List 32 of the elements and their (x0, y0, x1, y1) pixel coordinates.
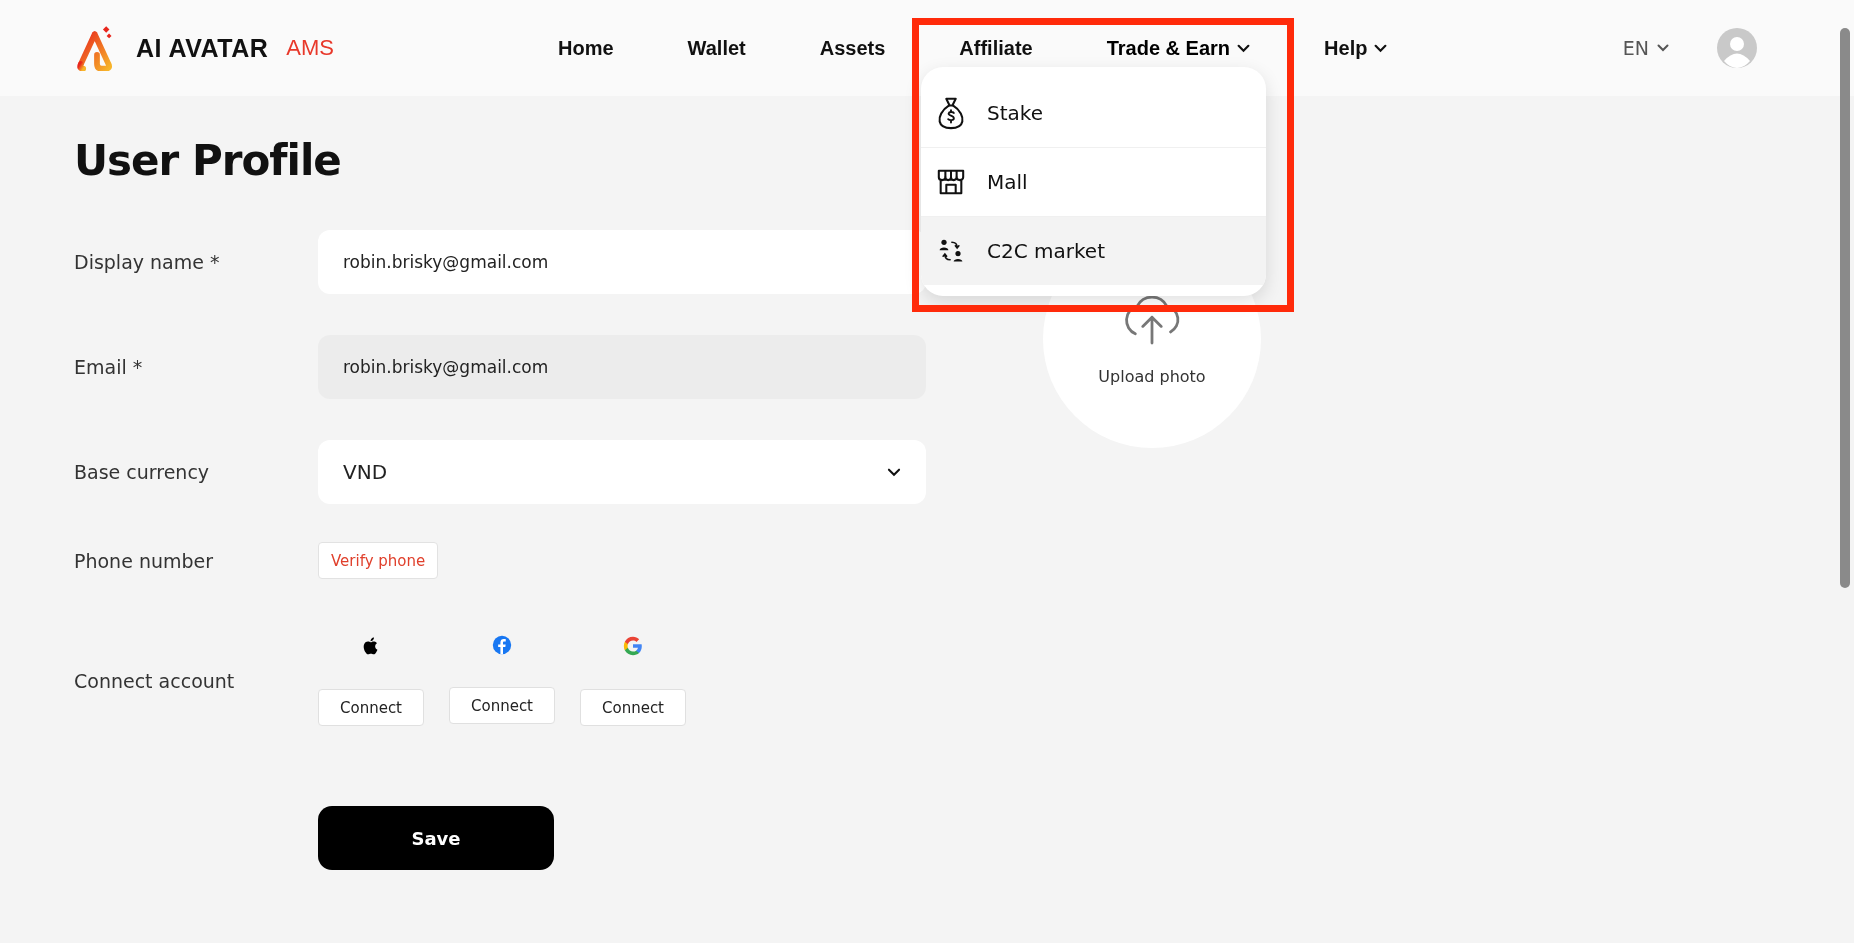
chevron-down-icon (1374, 43, 1388, 53)
field-label: Display name * (74, 251, 221, 273)
nav-link[interactable]: Wallet (687, 36, 746, 60)
brand-tag: AMS (286, 35, 334, 61)
nav-link[interactable]: Home (558, 36, 614, 60)
connect-button[interactable]: Connect (318, 689, 424, 726)
field-label: Connect account (74, 669, 236, 692)
google-icon (622, 635, 644, 657)
field-label: Base currency (74, 461, 211, 483)
menu-item[interactable]: Stake (921, 78, 1266, 147)
display-name-field[interactable]: robin.brisky@gmail.com (318, 230, 926, 294)
field-label: Email * (74, 356, 144, 378)
connect-button[interactable]: Connect (580, 689, 686, 726)
avatar-icon[interactable] (1717, 28, 1757, 68)
facebook-icon (492, 635, 512, 655)
menu-item[interactable]: C2C market (921, 216, 1266, 285)
nav-link[interactable]: Trade & Earn (1106, 36, 1251, 60)
field-label: Phone number (74, 549, 215, 572)
language-selector[interactable]: EN (1622, 37, 1669, 59)
currency-select[interactable]: VND (318, 440, 926, 504)
chevron-down-icon (887, 467, 901, 477)
nav-link[interactable]: Help (1324, 36, 1388, 60)
chevron-down-icon (1237, 43, 1251, 53)
connect-button[interactable]: Connect (449, 687, 555, 724)
brand-name: AI AVATAR (136, 33, 269, 63)
store-icon (935, 167, 967, 197)
verify-phone-button[interactable]: Verify phone (318, 542, 439, 579)
chevron-down-icon (1657, 44, 1669, 52)
save-button[interactable]: Save (318, 806, 554, 870)
nav-link[interactable]: Affiliate (959, 36, 1033, 60)
nav-link[interactable]: Assets (819, 36, 886, 60)
page-title: User Profile (74, 136, 341, 186)
